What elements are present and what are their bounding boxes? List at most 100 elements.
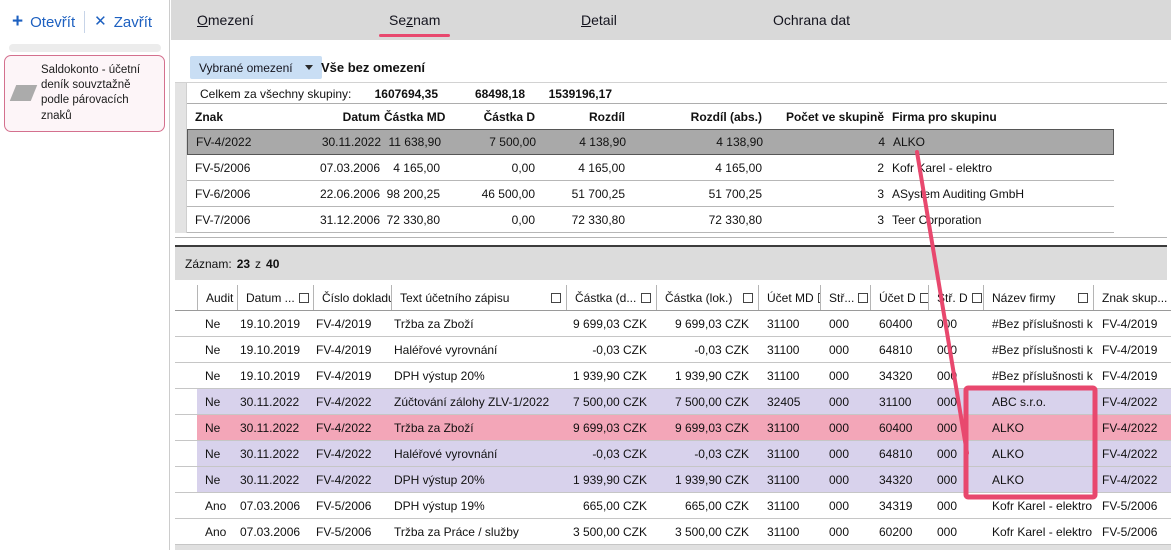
entries-col-label: Částka (lok.)	[665, 291, 732, 305]
entries-col-header-castka-d[interactable]: Částka (d...	[566, 285, 656, 310]
entries-table-header: Audit Datum ... Číslo dokladu Text účetního…	[175, 285, 1171, 311]
entry-cell-znak: FV-5/2006	[1093, 525, 1171, 539]
group-row[interactable]: FV-7/200631.12.200672 330,800,0072 330,8…	[187, 207, 1114, 233]
entry-row[interactable]: Ne19.10.2019FV-4/2019Tržba za Zboží9 699…	[175, 311, 1171, 337]
entry-cell-audit: Ne	[197, 447, 237, 461]
entry-cell-ucet-md: 31100	[758, 369, 820, 383]
entries-col-header-znak[interactable]: Znak skup...	[1093, 285, 1171, 310]
entries-col-label: Audit	[206, 291, 233, 305]
entries-col-header-audit[interactable]: Audit	[197, 285, 237, 310]
entry-row[interactable]: Ne19.10.2019FV-4/2019DPH výstup 20%1 939…	[175, 363, 1171, 389]
entries-col-header-indicator	[175, 285, 197, 310]
groups-col-header[interactable]: Částka D	[444, 110, 539, 124]
group-cell: 31.12.2006	[312, 213, 384, 227]
entries-col-label: Číslo dokladu	[322, 291, 391, 305]
groups-col-header[interactable]: Rozdíl	[539, 110, 629, 124]
entry-row[interactable]: Ano07.03.2006FV-5/2006DPH výstup 19%665,…	[175, 493, 1171, 519]
entry-cell-datum: 07.03.2006	[237, 499, 313, 513]
column-filter-icon[interactable]	[641, 293, 651, 303]
column-filter-icon[interactable]	[1078, 293, 1088, 303]
column-filter-icon[interactable]	[972, 293, 982, 303]
group-row[interactable]: FV-5/200607.03.20064 165,000,004 165,004…	[187, 155, 1114, 181]
entry-cell-str-d: 000	[928, 395, 983, 409]
groups-col-header[interactable]: Datum	[312, 110, 384, 124]
entry-cell-castka-d: 7 500,00 CZK	[566, 395, 656, 409]
entry-cell-znak: FV-5/2006	[1093, 499, 1171, 513]
entry-cell-ucet-md: 31100	[758, 447, 820, 461]
tab-label-detail: Detail	[581, 12, 617, 28]
entry-row[interactable]: Ano07.03.2006 FV-5/2006 Tržba za Práce / s…	[175, 519, 1171, 545]
close-button[interactable]: ✕ Zavřít	[94, 14, 152, 31]
group-cell: 4 138,90	[540, 135, 630, 149]
entry-cell-audit: Ano	[197, 525, 237, 539]
tab-label-seznam: Seznam	[389, 12, 440, 28]
entry-row[interactable]: Ne30.11.2022FV-4/2022Zúčtování zálohy ZL…	[175, 389, 1171, 415]
groups-col-header[interactable]: Počet ve skupině	[766, 110, 886, 124]
entry-cell-text: Tržba za Práce / služby	[391, 525, 566, 539]
entry-cell-ucet-d: 60400	[870, 421, 928, 435]
main-area: OmezeníSeznam Detail Ochrana dat Vybrané o…	[171, 0, 1171, 550]
entries-col-label: Znak skup...	[1102, 291, 1167, 305]
tab-label-ochrana-dat: Ochrana dat	[773, 12, 850, 28]
entry-row[interactable]: Ne30.11.2022FV-4/2022DPH výstup 20%1 939…	[175, 467, 1171, 493]
list-scroll-stub	[9, 44, 161, 52]
group-row-selected[interactable]: FV-4/202230.11.202211 638,907 500,004 13…	[187, 129, 1114, 155]
entry-cell-ucet-md: 31100	[758, 473, 820, 487]
groups-col-header[interactable]: Firma pro skupinu	[886, 110, 1114, 124]
group-cell: ALKO	[887, 135, 1113, 149]
tab-detail[interactable]: Detail	[581, 0, 773, 40]
sidebar-item-saldokonto-report[interactable]: Saldokonto - účetní deník souvztažně pod…	[4, 55, 165, 132]
tab-omezeni[interactable]: Omezení	[197, 0, 389, 40]
group-cell: 11 638,90	[385, 135, 445, 149]
entry-row[interactable]: Ne19.10.2019FV-4/2019Haléřové vyrovnání-…	[175, 337, 1171, 363]
entry-row[interactable]: Ne30.11.2022FV-4/2022Haléřové vyrovnání-…	[175, 441, 1171, 467]
entry-cell-text: Haléřové vyrovnání	[391, 343, 566, 357]
column-filter-icon[interactable]	[551, 293, 561, 303]
entries-col-header-firma[interactable]: Název firmy	[983, 285, 1093, 310]
entry-cell-datum: 07.03.2006	[237, 525, 313, 539]
column-filter-icon[interactable]	[299, 293, 309, 303]
entries-col-header-str-d[interactable]: Stř. D	[928, 285, 983, 310]
groups-col-header[interactable]: Znak	[187, 110, 312, 124]
entry-cell-castka-d: 665,00 CZK	[566, 499, 656, 513]
entries-col-label: Text účetního zápisu	[400, 291, 509, 305]
group-cell: 22.06.2006	[312, 187, 384, 201]
entry-row[interactable]: Ne30.11.2022FV-4/2022Tržba za Zboží9 699…	[175, 415, 1171, 441]
record-counter-current: 23	[237, 257, 250, 271]
entry-cell-str-md: 000	[820, 525, 870, 539]
group-cell: 30.11.2022	[313, 135, 385, 149]
entry-cell-str-md: 000	[820, 421, 870, 435]
column-filter-icon[interactable]	[920, 293, 928, 303]
entry-cell-firma: #Bez příslušnosti k	[983, 343, 1093, 357]
group-cell: 3	[766, 187, 886, 201]
column-filter-icon[interactable]	[858, 293, 868, 303]
entry-cell-castka-lok: -0,03 CZK	[656, 343, 758, 357]
tab-seznam[interactable]: Seznam	[389, 0, 581, 40]
entries-col-header-ucet-md[interactable]: Účet MD	[758, 285, 820, 310]
entry-cell-str-d: 000	[928, 343, 983, 357]
groups-col-header[interactable]: Rozdíl (abs.)	[629, 110, 766, 124]
group-cell: FV-7/2006	[187, 213, 312, 227]
entries-col-header-text[interactable]: Text účetního zápisu	[391, 285, 566, 310]
entry-cell-str-d: 000	[928, 317, 983, 331]
entry-cell-audit: Ne	[197, 317, 237, 331]
record-counter-total: 40	[266, 257, 279, 271]
entries-col-header-ucet-d[interactable]: Účet D	[870, 285, 928, 310]
restriction-selector-dropdown[interactable]: Vybrané omezení	[190, 56, 322, 79]
entry-cell-datum: 19.10.2019	[237, 317, 313, 331]
entry-cell-castka-lok: 665,00 CZK	[656, 499, 758, 513]
report-title: Saldokonto - účetní deník souvztažně pod…	[41, 64, 140, 122]
group-cell: 4 138,90	[630, 135, 767, 149]
entry-cell-castka-d: 1 939,90 CZK	[566, 369, 656, 383]
entry-cell-cislo: FV-4/2022	[313, 395, 391, 409]
groups-col-header[interactable]: Částka MD	[384, 110, 444, 124]
entries-col-header-datum[interactable]: Datum ...	[237, 285, 313, 310]
group-row[interactable]: FV-6/200622.06.200698 200,2546 500,0051 …	[187, 181, 1114, 207]
tab-ochrana-dat[interactable]: Ochrana dat	[773, 0, 965, 40]
entries-col-header-castka-lok[interactable]: Částka (lok.)	[656, 285, 758, 310]
open-button[interactable]: + Otevřít	[12, 14, 75, 31]
column-filter-icon[interactable]	[743, 293, 753, 303]
entries-col-label: Částka (d...	[575, 291, 636, 305]
entries-col-header-str-md[interactable]: Stř...	[820, 285, 870, 310]
entries-col-header-cislo[interactable]: Číslo dokladu	[313, 285, 391, 310]
